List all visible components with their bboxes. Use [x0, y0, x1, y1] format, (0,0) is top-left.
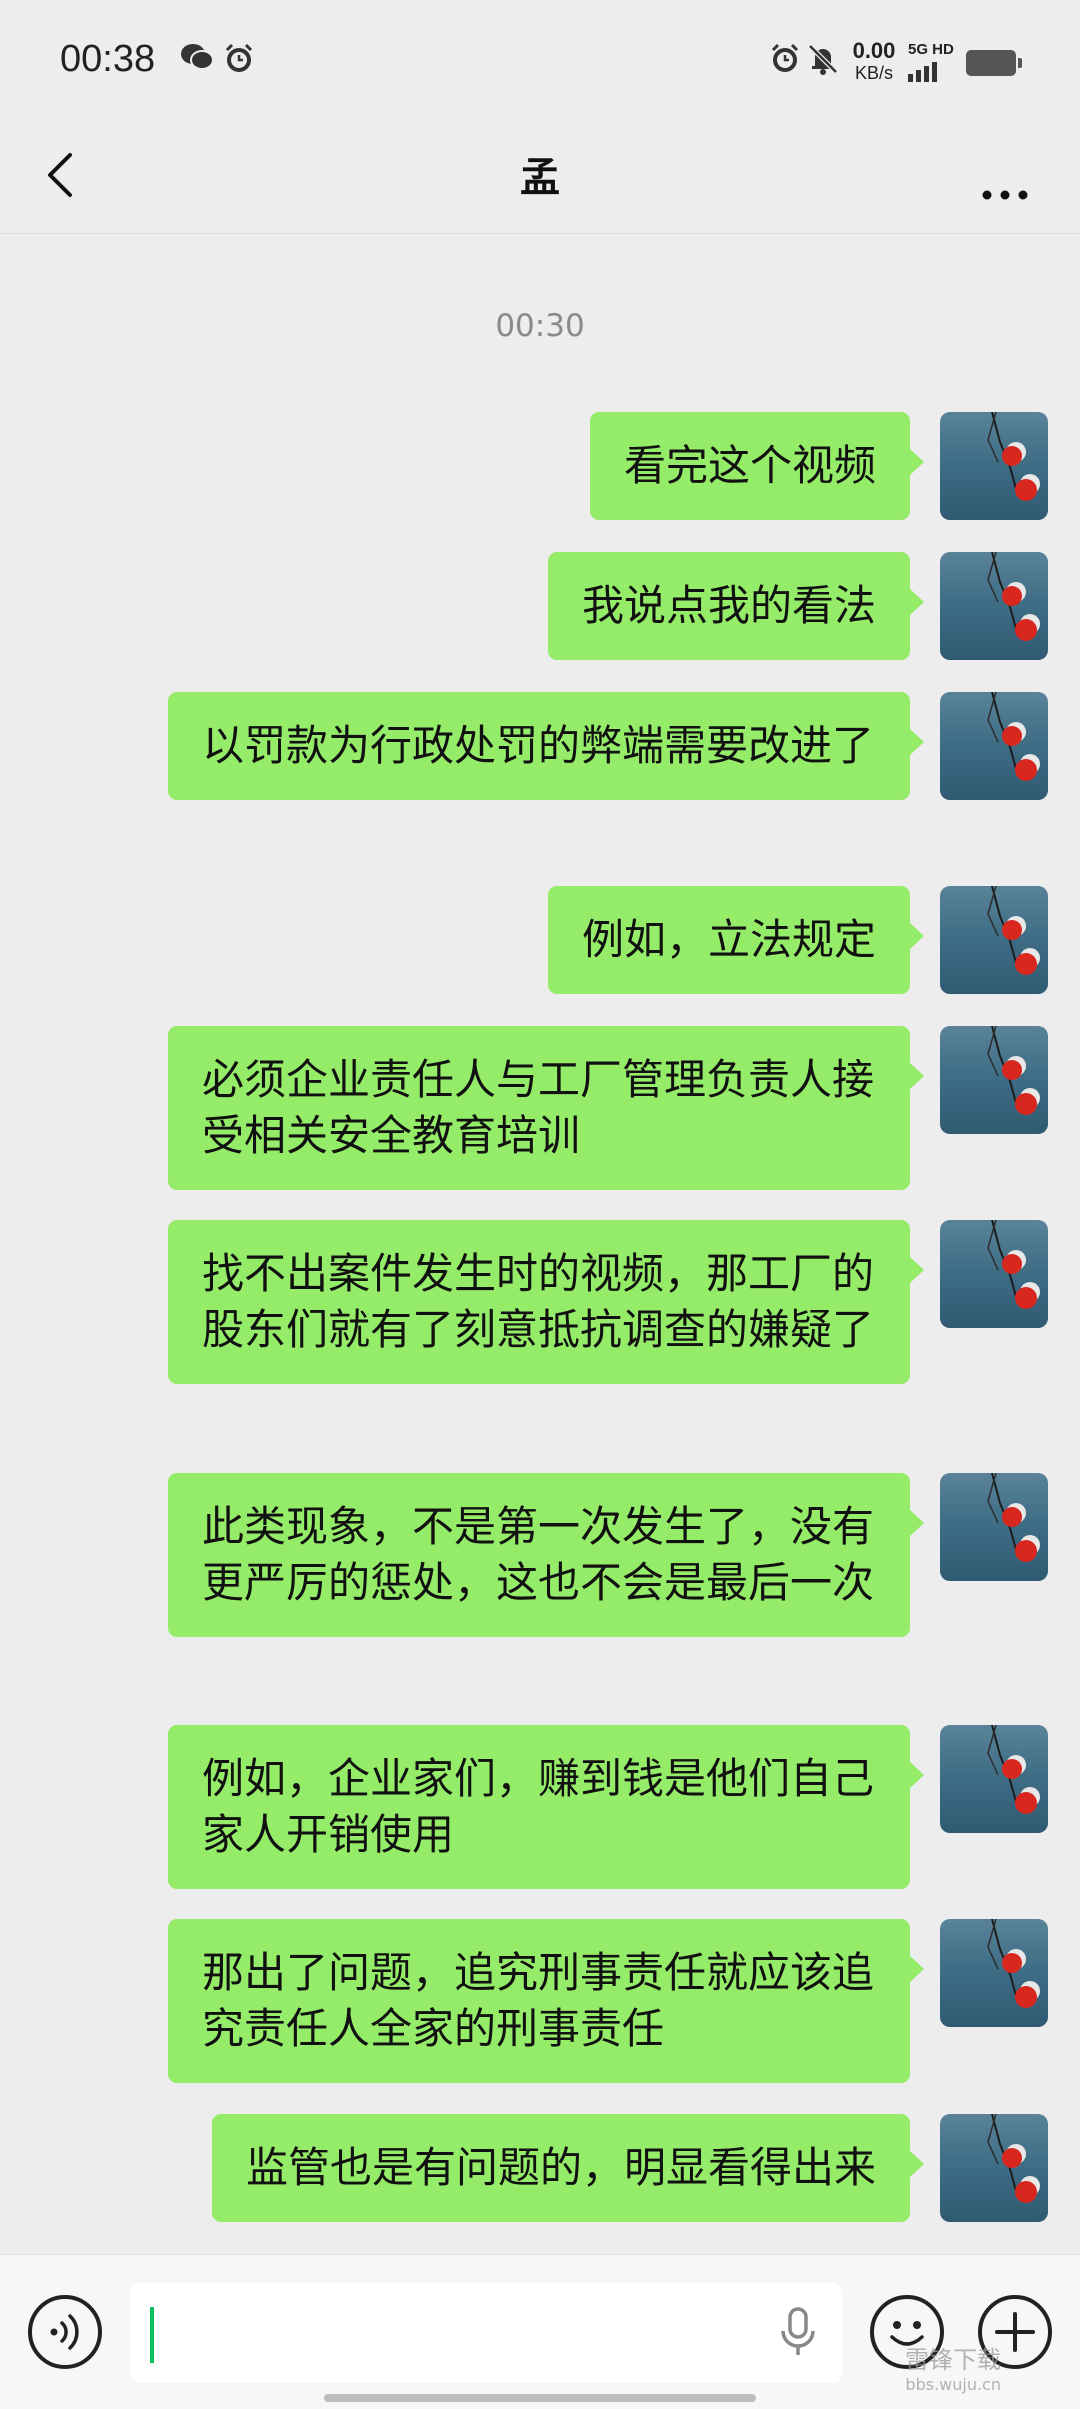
message-bubble[interactable]: 我说点我的看法	[547, 552, 925, 660]
emoji-icon	[890, 2321, 924, 2346]
mute-bell-icon	[806, 42, 840, 80]
home-indicator[interactable]	[324, 2394, 756, 2402]
message-bubble[interactable]: 必须企业责任人与工厂管理负责人接受相关安全教育培训	[168, 1026, 924, 1190]
message-bubble[interactable]: 例如，立法规定	[547, 886, 925, 994]
emoji-button[interactable]	[870, 2295, 944, 2369]
input-bar	[0, 2254, 1080, 2409]
message-bubble[interactable]: 例如，企业家们，赚到钱是他们自己家人开销使用	[168, 1725, 924, 1889]
avatar[interactable]	[940, 1220, 1048, 1328]
avatar-image	[987, 1220, 1040, 1309]
text-caret	[150, 2307, 154, 2363]
status-bar: 00:38 0.00 KB/s 5G HD	[0, 0, 1080, 125]
message-bubble[interactable]: 以罚款为行政处罚的弊端需要改进了	[168, 692, 924, 800]
voice-mode-icon	[50, 2314, 79, 2350]
avatar-image	[987, 1725, 1040, 1814]
message-bubble[interactable]: 找不出案件发生时的视频，那工厂的股东们就有了刻意抵抗调查的嫌疑了	[168, 1220, 924, 1384]
avatar-image	[987, 1026, 1040, 1115]
alarm-icon	[222, 42, 256, 80]
more-functions-button[interactable]	[978, 2295, 1052, 2369]
avatar[interactable]	[940, 1725, 1048, 1833]
message-bubble[interactable]: 监管也是有问题的，明显看得出来	[211, 2114, 925, 2222]
back-button[interactable]	[40, 145, 80, 205]
microphone-icon	[781, 2307, 815, 2355]
avatar-image	[987, 412, 1040, 501]
wechat-icon	[180, 42, 214, 76]
chat-header: 孟	[0, 125, 1080, 234]
avatar-image	[987, 692, 1040, 781]
avatar[interactable]	[940, 1026, 1048, 1134]
message-bubble[interactable]: 看完这个视频	[589, 412, 925, 520]
plus-icon	[995, 2312, 1035, 2352]
avatar-image	[987, 1473, 1040, 1562]
avatar-image	[987, 886, 1040, 975]
network-speed-value: 0.00	[852, 38, 896, 63]
avatar[interactable]	[940, 692, 1048, 800]
message-bubble[interactable]: 此类现象，不是第一次发生了，没有更严厉的惩处，这也不会是最后一次	[168, 1473, 924, 1637]
avatar-image	[987, 552, 1040, 641]
message-timestamp: 00:30	[495, 308, 585, 344]
signal-icon: 5G HD	[908, 42, 958, 82]
avatar[interactable]	[940, 412, 1048, 520]
avatar[interactable]	[940, 1473, 1048, 1581]
status-time: 00:38	[60, 38, 156, 80]
avatar[interactable]	[940, 1919, 1048, 2027]
battery-icon	[966, 50, 1022, 76]
avatar[interactable]	[940, 2114, 1048, 2222]
alarm-icon	[768, 42, 802, 80]
chat-title: 孟	[520, 155, 560, 201]
more-dots-icon	[982, 190, 1028, 200]
avatar[interactable]	[940, 886, 1048, 994]
network-speed-unit: KB/s	[854, 63, 893, 83]
microphone-button[interactable]	[778, 2305, 818, 2361]
message-input[interactable]	[130, 2283, 842, 2383]
more-button[interactable]	[970, 153, 1040, 203]
chevron-left-icon	[48, 153, 72, 197]
network-type: 5G HD	[908, 41, 954, 58]
voice-button[interactable]	[28, 2295, 102, 2369]
avatar-image	[987, 1919, 1040, 2008]
avatar[interactable]	[940, 552, 1048, 660]
network-speed: 0.00 KB/s	[846, 38, 902, 83]
avatar-image	[987, 2114, 1040, 2203]
message-bubble[interactable]: 那出了问题，追究刑事责任就应该追究责任人全家的刑事责任	[168, 1919, 924, 2083]
